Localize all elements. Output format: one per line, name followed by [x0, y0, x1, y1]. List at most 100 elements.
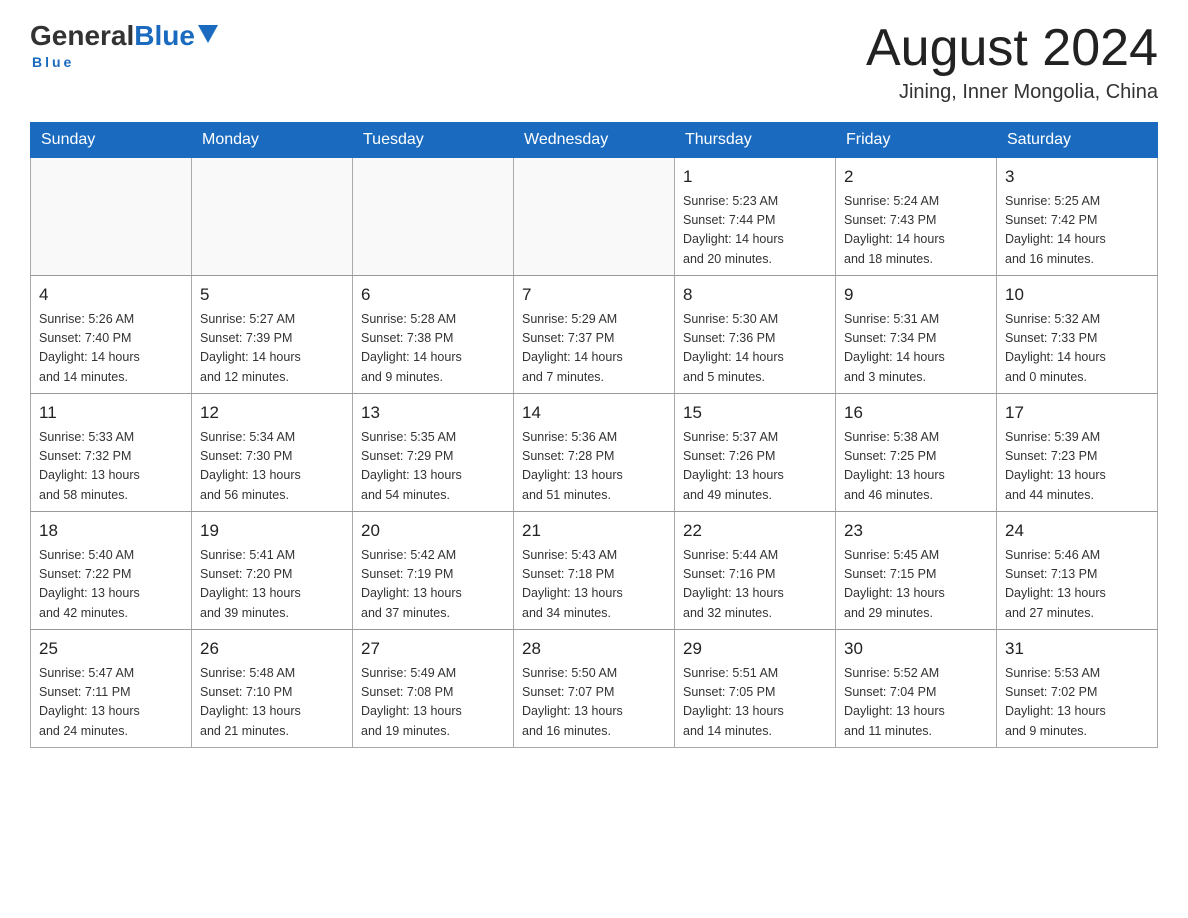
logo-underline-text: Blue [32, 54, 74, 70]
day-number: 15 [683, 400, 827, 426]
col-header-sunday: Sunday [31, 123, 192, 158]
calendar-cell: 9Sunrise: 5:31 AM Sunset: 7:34 PM Daylig… [836, 276, 997, 394]
day-number: 7 [522, 282, 666, 308]
col-header-monday: Monday [192, 123, 353, 158]
title-area: August 2024 Jining, Inner Mongolia, Chin… [866, 20, 1158, 104]
day-info: Sunrise: 5:52 AM Sunset: 7:04 PM Dayligh… [844, 664, 988, 742]
calendar-cell: 4Sunrise: 5:26 AM Sunset: 7:40 PM Daylig… [31, 276, 192, 394]
day-info: Sunrise: 5:39 AM Sunset: 7:23 PM Dayligh… [1005, 428, 1149, 506]
calendar-cell: 17Sunrise: 5:39 AM Sunset: 7:23 PM Dayli… [997, 394, 1158, 512]
col-header-tuesday: Tuesday [353, 123, 514, 158]
day-info: Sunrise: 5:33 AM Sunset: 7:32 PM Dayligh… [39, 428, 183, 506]
logo-general-text: General [30, 20, 134, 52]
calendar-cell [514, 158, 675, 276]
calendar-cell: 19Sunrise: 5:41 AM Sunset: 7:20 PM Dayli… [192, 512, 353, 630]
day-info: Sunrise: 5:26 AM Sunset: 7:40 PM Dayligh… [39, 310, 183, 388]
day-info: Sunrise: 5:43 AM Sunset: 7:18 PM Dayligh… [522, 546, 666, 624]
day-info: Sunrise: 5:46 AM Sunset: 7:13 PM Dayligh… [1005, 546, 1149, 624]
day-number: 8 [683, 282, 827, 308]
day-info: Sunrise: 5:25 AM Sunset: 7:42 PM Dayligh… [1005, 192, 1149, 270]
day-number: 13 [361, 400, 505, 426]
day-info: Sunrise: 5:23 AM Sunset: 7:44 PM Dayligh… [683, 192, 827, 270]
day-number: 16 [844, 400, 988, 426]
col-header-saturday: Saturday [997, 123, 1158, 158]
day-number: 26 [200, 636, 344, 662]
day-number: 19 [200, 518, 344, 544]
day-info: Sunrise: 5:53 AM Sunset: 7:02 PM Dayligh… [1005, 664, 1149, 742]
day-info: Sunrise: 5:34 AM Sunset: 7:30 PM Dayligh… [200, 428, 344, 506]
day-number: 31 [1005, 636, 1149, 662]
day-number: 12 [200, 400, 344, 426]
day-number: 27 [361, 636, 505, 662]
calendar-cell: 12Sunrise: 5:34 AM Sunset: 7:30 PM Dayli… [192, 394, 353, 512]
logo-blue-text: Blue [134, 20, 195, 52]
day-info: Sunrise: 5:28 AM Sunset: 7:38 PM Dayligh… [361, 310, 505, 388]
day-info: Sunrise: 5:29 AM Sunset: 7:37 PM Dayligh… [522, 310, 666, 388]
day-number: 4 [39, 282, 183, 308]
calendar-cell: 22Sunrise: 5:44 AM Sunset: 7:16 PM Dayli… [675, 512, 836, 630]
calendar-cell: 5Sunrise: 5:27 AM Sunset: 7:39 PM Daylig… [192, 276, 353, 394]
calendar-cell [192, 158, 353, 276]
calendar-cell: 21Sunrise: 5:43 AM Sunset: 7:18 PM Dayli… [514, 512, 675, 630]
calendar-cell: 24Sunrise: 5:46 AM Sunset: 7:13 PM Dayli… [997, 512, 1158, 630]
day-info: Sunrise: 5:48 AM Sunset: 7:10 PM Dayligh… [200, 664, 344, 742]
month-title: August 2024 [866, 20, 1158, 77]
calendar-week-row: 18Sunrise: 5:40 AM Sunset: 7:22 PM Dayli… [31, 512, 1158, 630]
day-info: Sunrise: 5:40 AM Sunset: 7:22 PM Dayligh… [39, 546, 183, 624]
day-number: 1 [683, 164, 827, 190]
day-info: Sunrise: 5:32 AM Sunset: 7:33 PM Dayligh… [1005, 310, 1149, 388]
day-number: 9 [844, 282, 988, 308]
day-number: 11 [39, 400, 183, 426]
day-info: Sunrise: 5:37 AM Sunset: 7:26 PM Dayligh… [683, 428, 827, 506]
calendar-cell: 7Sunrise: 5:29 AM Sunset: 7:37 PM Daylig… [514, 276, 675, 394]
day-info: Sunrise: 5:51 AM Sunset: 7:05 PM Dayligh… [683, 664, 827, 742]
calendar-cell: 26Sunrise: 5:48 AM Sunset: 7:10 PM Dayli… [192, 630, 353, 748]
calendar-cell: 18Sunrise: 5:40 AM Sunset: 7:22 PM Dayli… [31, 512, 192, 630]
day-info: Sunrise: 5:47 AM Sunset: 7:11 PM Dayligh… [39, 664, 183, 742]
calendar-cell: 16Sunrise: 5:38 AM Sunset: 7:25 PM Dayli… [836, 394, 997, 512]
location-title: Jining, Inner Mongolia, China [866, 81, 1158, 104]
day-info: Sunrise: 5:49 AM Sunset: 7:08 PM Dayligh… [361, 664, 505, 742]
day-info: Sunrise: 5:45 AM Sunset: 7:15 PM Dayligh… [844, 546, 988, 624]
calendar-cell: 30Sunrise: 5:52 AM Sunset: 7:04 PM Dayli… [836, 630, 997, 748]
calendar-cell: 2Sunrise: 5:24 AM Sunset: 7:43 PM Daylig… [836, 158, 997, 276]
calendar-cell: 8Sunrise: 5:30 AM Sunset: 7:36 PM Daylig… [675, 276, 836, 394]
logo: General Blue Blue [30, 20, 218, 70]
day-info: Sunrise: 5:24 AM Sunset: 7:43 PM Dayligh… [844, 192, 988, 270]
logo-text: General Blue [30, 20, 218, 52]
calendar-cell: 14Sunrise: 5:36 AM Sunset: 7:28 PM Dayli… [514, 394, 675, 512]
day-number: 30 [844, 636, 988, 662]
day-info: Sunrise: 5:30 AM Sunset: 7:36 PM Dayligh… [683, 310, 827, 388]
day-info: Sunrise: 5:42 AM Sunset: 7:19 PM Dayligh… [361, 546, 505, 624]
calendar-cell: 15Sunrise: 5:37 AM Sunset: 7:26 PM Dayli… [675, 394, 836, 512]
day-number: 14 [522, 400, 666, 426]
day-info: Sunrise: 5:27 AM Sunset: 7:39 PM Dayligh… [200, 310, 344, 388]
calendar-cell: 27Sunrise: 5:49 AM Sunset: 7:08 PM Dayli… [353, 630, 514, 748]
day-info: Sunrise: 5:50 AM Sunset: 7:07 PM Dayligh… [522, 664, 666, 742]
calendar-week-row: 11Sunrise: 5:33 AM Sunset: 7:32 PM Dayli… [31, 394, 1158, 512]
day-number: 22 [683, 518, 827, 544]
calendar-cell: 25Sunrise: 5:47 AM Sunset: 7:11 PM Dayli… [31, 630, 192, 748]
calendar-cell: 1Sunrise: 5:23 AM Sunset: 7:44 PM Daylig… [675, 158, 836, 276]
day-number: 20 [361, 518, 505, 544]
calendar-cell: 23Sunrise: 5:45 AM Sunset: 7:15 PM Dayli… [836, 512, 997, 630]
day-number: 29 [683, 636, 827, 662]
calendar-cell: 10Sunrise: 5:32 AM Sunset: 7:33 PM Dayli… [997, 276, 1158, 394]
col-header-thursday: Thursday [675, 123, 836, 158]
calendar-cell: 31Sunrise: 5:53 AM Sunset: 7:02 PM Dayli… [997, 630, 1158, 748]
calendar-week-row: 4Sunrise: 5:26 AM Sunset: 7:40 PM Daylig… [31, 276, 1158, 394]
day-number: 21 [522, 518, 666, 544]
day-number: 24 [1005, 518, 1149, 544]
day-number: 3 [1005, 164, 1149, 190]
calendar-cell: 20Sunrise: 5:42 AM Sunset: 7:19 PM Dayli… [353, 512, 514, 630]
calendar-week-row: 1Sunrise: 5:23 AM Sunset: 7:44 PM Daylig… [31, 158, 1158, 276]
calendar-cell: 3Sunrise: 5:25 AM Sunset: 7:42 PM Daylig… [997, 158, 1158, 276]
calendar-cell [31, 158, 192, 276]
day-number: 28 [522, 636, 666, 662]
day-info: Sunrise: 5:31 AM Sunset: 7:34 PM Dayligh… [844, 310, 988, 388]
calendar-week-row: 25Sunrise: 5:47 AM Sunset: 7:11 PM Dayli… [31, 630, 1158, 748]
day-number: 25 [39, 636, 183, 662]
calendar-cell: 29Sunrise: 5:51 AM Sunset: 7:05 PM Dayli… [675, 630, 836, 748]
day-number: 5 [200, 282, 344, 308]
calendar-cell: 6Sunrise: 5:28 AM Sunset: 7:38 PM Daylig… [353, 276, 514, 394]
